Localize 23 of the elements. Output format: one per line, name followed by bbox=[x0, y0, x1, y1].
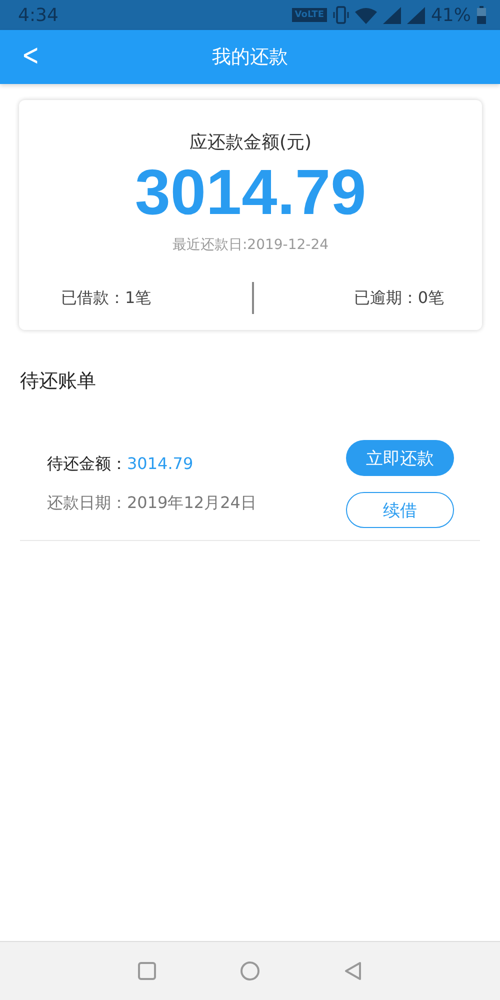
amount-label: 应还款金额(元) bbox=[189, 132, 312, 153]
home-icon[interactable] bbox=[240, 961, 260, 981]
due-date: 最近还款日:2019-12-24 bbox=[172, 237, 329, 253]
borrowed-count: 已借款：1笔 bbox=[61, 288, 152, 308]
repay-date: 还款日期：2019年12月24日 bbox=[47, 493, 256, 512]
amount-due: 3014.79 bbox=[134, 160, 366, 224]
renew-button[interactable]: 续借 bbox=[346, 492, 454, 528]
repay-now-button[interactable]: 立即还款 bbox=[346, 440, 454, 476]
section-title: 待还账单 bbox=[20, 369, 97, 394]
signal-icon bbox=[406, 6, 425, 24]
back-button[interactable]: < bbox=[18, 38, 42, 74]
page-title: 我的还款 bbox=[212, 45, 288, 70]
vibrate-icon bbox=[332, 6, 349, 24]
battery-icon bbox=[477, 6, 486, 24]
wifi-icon bbox=[354, 6, 377, 24]
pending-amount: 待还金额：3014.79 bbox=[47, 454, 194, 473]
recents-icon[interactable] bbox=[138, 962, 156, 980]
clock: 4:34 bbox=[18, 4, 60, 26]
signal-icon bbox=[382, 6, 401, 24]
back-icon[interactable] bbox=[344, 961, 362, 981]
overdue-count: 已逾期：0笔 bbox=[354, 288, 444, 308]
battery-level: 41% bbox=[430, 4, 471, 26]
volte-badge: VoLTE bbox=[292, 8, 327, 22]
